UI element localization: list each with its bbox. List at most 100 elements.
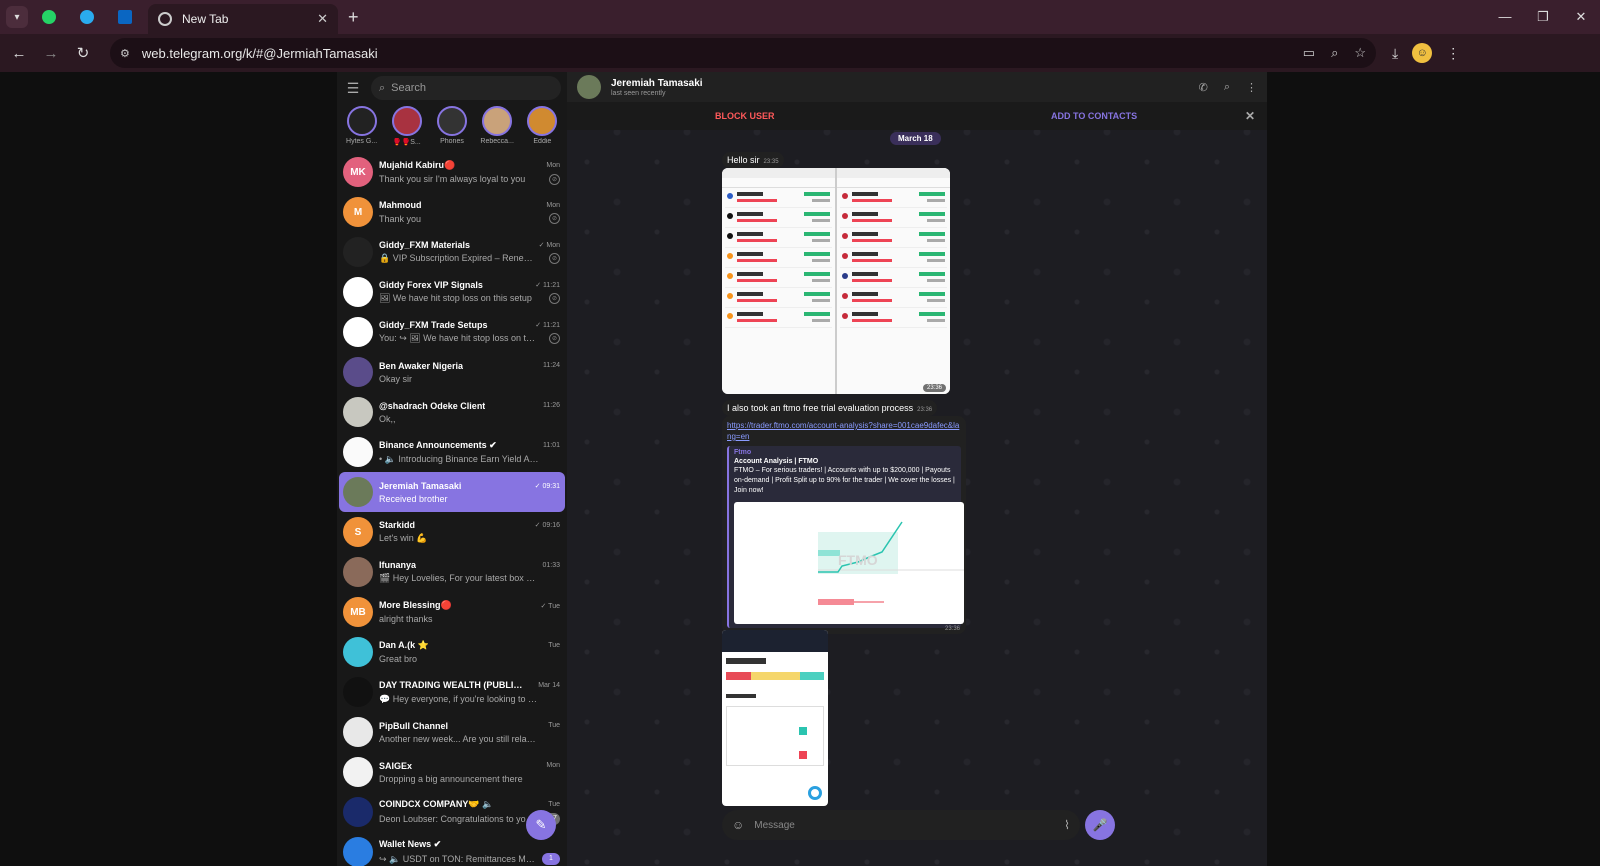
message-link[interactable]: https://trader.ftmo.com/account-analysis… (727, 420, 961, 442)
message-bubble[interactable]: Hello sir 23:35 (722, 150, 784, 168)
avatar (343, 797, 373, 827)
image-message[interactable]: 23:36 (722, 168, 950, 394)
microphone-icon: 🎤 (1092, 818, 1108, 832)
preview-site-name: Ftmo (734, 449, 752, 456)
chat-list-item[interactable]: DAY TRADING WEALTH (PUBLIC) 🔈 Mar 14 💬 Hey… (339, 672, 565, 712)
chat-list-item[interactable]: SAIGEx Mon Dropping a big announcement the… (339, 752, 565, 792)
avatar (343, 757, 373, 787)
site-info-icon[interactable]: ⚙ (120, 47, 130, 60)
search-input[interactable]: ⌕ Search (371, 76, 561, 100)
new-tab-button[interactable]: + (348, 7, 359, 28)
story-name: 🥊🥊S... (392, 139, 421, 146)
search-placeholder: Search (391, 82, 427, 94)
emoji-icon[interactable]: ☺ (732, 818, 744, 832)
story-item[interactable]: Rebecca... (477, 106, 517, 152)
chat-list-item[interactable]: Jeremiah Tamasaki ✓ 09:31 Received brother (339, 472, 565, 512)
equity-chart-graphic: FTMO (818, 521, 964, 605)
block-user-button[interactable]: BLOCK USER (715, 111, 775, 121)
chat-preview: Let's win 💪 (379, 533, 428, 543)
url-bar[interactable]: ⚙ web.telegram.org/k/#@JermiahTamasaki ▭… (110, 38, 1376, 68)
hamburger-menu-icon[interactable]: ☰ (343, 80, 363, 97)
chat-preview: You: ↪ 🖼 We have hit stop loss on this..… (379, 333, 539, 343)
avatar (343, 677, 373, 707)
chat-list-item[interactable]: PipBull Channel Tue Another new week... Ar… (339, 712, 565, 752)
new-message-pencil-button[interactable]: ✎ (526, 810, 556, 840)
chat-list-item[interactable]: Dan A.(k ⭐ Tue Great bro (339, 632, 565, 672)
message-input[interactable]: ☺ Message ⌇ (722, 810, 1080, 840)
preview-description: FTMO – For serious traders! | Accounts w… (734, 467, 955, 494)
trade-history-image[interactable]: 23:36 (722, 168, 950, 394)
microphone-button[interactable]: 🎤 (1085, 810, 1115, 840)
chat-list-item[interactable]: Ifunanya 01:33 🎬 Hey Lovelies, For your la… (339, 552, 565, 592)
pinned-tab-whatsapp[interactable] (32, 3, 66, 31)
chat-list-item[interactable]: Giddy_FXM Trade Setups ✓ 11:21 You: ↪ 🖼 We… (339, 312, 565, 352)
chat-preview: alright thanks (379, 614, 433, 624)
chat-list-item[interactable]: Wallet News ✔ ↪ 🔈 USDT on TON: Remittance… (339, 832, 565, 866)
phone-icon[interactable]: ✆ (1199, 81, 1208, 94)
whatsapp-icon (42, 10, 56, 24)
chat-preview: Okay sir (379, 373, 413, 384)
search-icon[interactable]: ⌕ (1224, 81, 1230, 94)
chat-list-item[interactable]: Ben Awaker Nigeria 11:24 Okay sir (339, 352, 565, 392)
pinned-tab-linkedin[interactable] (108, 3, 142, 31)
zoom-icon[interactable]: ⌕ (1331, 45, 1338, 61)
pin-icon: ⊘ (549, 293, 560, 304)
pinned-tab-telegram[interactable] (70, 3, 104, 31)
active-browser-tab[interactable]: New Tab ✕ (148, 4, 338, 34)
chat-time: Mon (546, 161, 560, 169)
chat-time: 11:24 (543, 362, 560, 369)
link-message[interactable]: https://trader.ftmo.com/account-analysis… (722, 416, 966, 634)
message-bubble[interactable]: I also took an ftmo free trial evaluatio… (722, 398, 938, 416)
chat-list-item[interactable]: Giddy Forex VIP Signals ✓ 11:21 🖼 We have … (339, 272, 565, 312)
chat-list-item[interactable]: S Starkidd ✓ 09:16 Let's win 💪 (339, 512, 565, 552)
back-icon[interactable]: ← (4, 45, 34, 62)
restore-icon[interactable]: ❐ (1524, 0, 1562, 34)
story-item[interactable]: Hytes G... (342, 106, 382, 152)
download-icon[interactable]: ⤓ (1392, 45, 1398, 62)
message-time: 23:36 (917, 407, 933, 413)
avatar: MK (343, 157, 373, 187)
minimize-icon[interactable]: — (1486, 0, 1524, 34)
cast-icon[interactable]: ▭ (1303, 45, 1315, 61)
image-message[interactable] (722, 630, 828, 806)
bookmark-star-icon[interactable]: ☆ (1354, 45, 1366, 61)
attach-icon[interactable]: ⌇ (1064, 818, 1070, 832)
objectives-image[interactable] (722, 630, 828, 806)
preview-chart-image: FTMO (734, 502, 964, 624)
tab-search-dropdown-icon[interactable]: ▾ (6, 6, 28, 28)
chat-list-item[interactable]: Binance Announcements ✔ 11:01 • 🔈 Introduc… (339, 432, 565, 472)
browser-menu-icon[interactable]: ⋮ (1446, 45, 1460, 62)
avatar (343, 437, 373, 467)
chat-list-item[interactable]: M Mahmoud Mon Thank you ⊘ (339, 192, 565, 232)
story-item[interactable]: Eddie (522, 106, 562, 152)
story-item[interactable]: 🥊🥊S... (387, 106, 427, 152)
chat-preview: 🔒 VIP Subscription Expired – Renew N... (379, 253, 539, 263)
close-window-icon[interactable]: ✕ (1562, 0, 1600, 34)
close-icon[interactable]: ✕ (1245, 109, 1255, 123)
chat-list-item[interactable]: MB More Blessing🔴 ✓ Tue alright thanks (339, 592, 565, 632)
link-preview[interactable]: Ftmo Account Analysis | FTMO FTMO – For … (727, 446, 964, 628)
forward-icon[interactable]: → (36, 45, 66, 62)
chat-name: Starkidd (379, 520, 416, 530)
chat-header[interactable]: Jeremiah Tamasaki last seen recently ✆ ⌕… (567, 72, 1267, 102)
search-icon: ⌕ (379, 81, 386, 94)
add-to-contacts-button[interactable]: ADD TO CONTACTS (1051, 111, 1137, 121)
chat-time: Tue (548, 642, 560, 649)
chat-list-item[interactable]: @shadrach Odeke Client 11:26 Ok,, (339, 392, 565, 432)
window-controls: — ❐ ✕ (1486, 0, 1600, 34)
avatar[interactable] (577, 75, 601, 99)
chat-list-item[interactable]: MK Mujahid Kabiru🔴 Mon Thank you sir I'm al… (339, 152, 565, 192)
avatar (343, 317, 373, 347)
chat-preview: ↪ 🔈 USDT on TON: Remittances Mad... (379, 853, 539, 864)
close-tab-icon[interactable]: ✕ (317, 11, 328, 27)
profile-avatar[interactable]: ☺ (1412, 43, 1433, 63)
story-item[interactable]: Phones (432, 106, 472, 152)
more-options-icon[interactable]: ⋮ (1246, 81, 1257, 94)
chat-name: Jeremiah Tamasaki (379, 480, 462, 491)
reload-icon[interactable]: ↻ (68, 44, 98, 62)
chat-name: SAIGEx (379, 760, 413, 771)
image-pane (837, 168, 950, 394)
chat-list-item[interactable]: Giddy_FXM Materials ✓ Mon 🔒 VIP Subscripti… (339, 232, 565, 272)
chat-preview: • 🔈 Introducing Binance Earn Yield Arena… (379, 453, 539, 464)
chat-name: Wallet News ✔ (379, 839, 442, 849)
